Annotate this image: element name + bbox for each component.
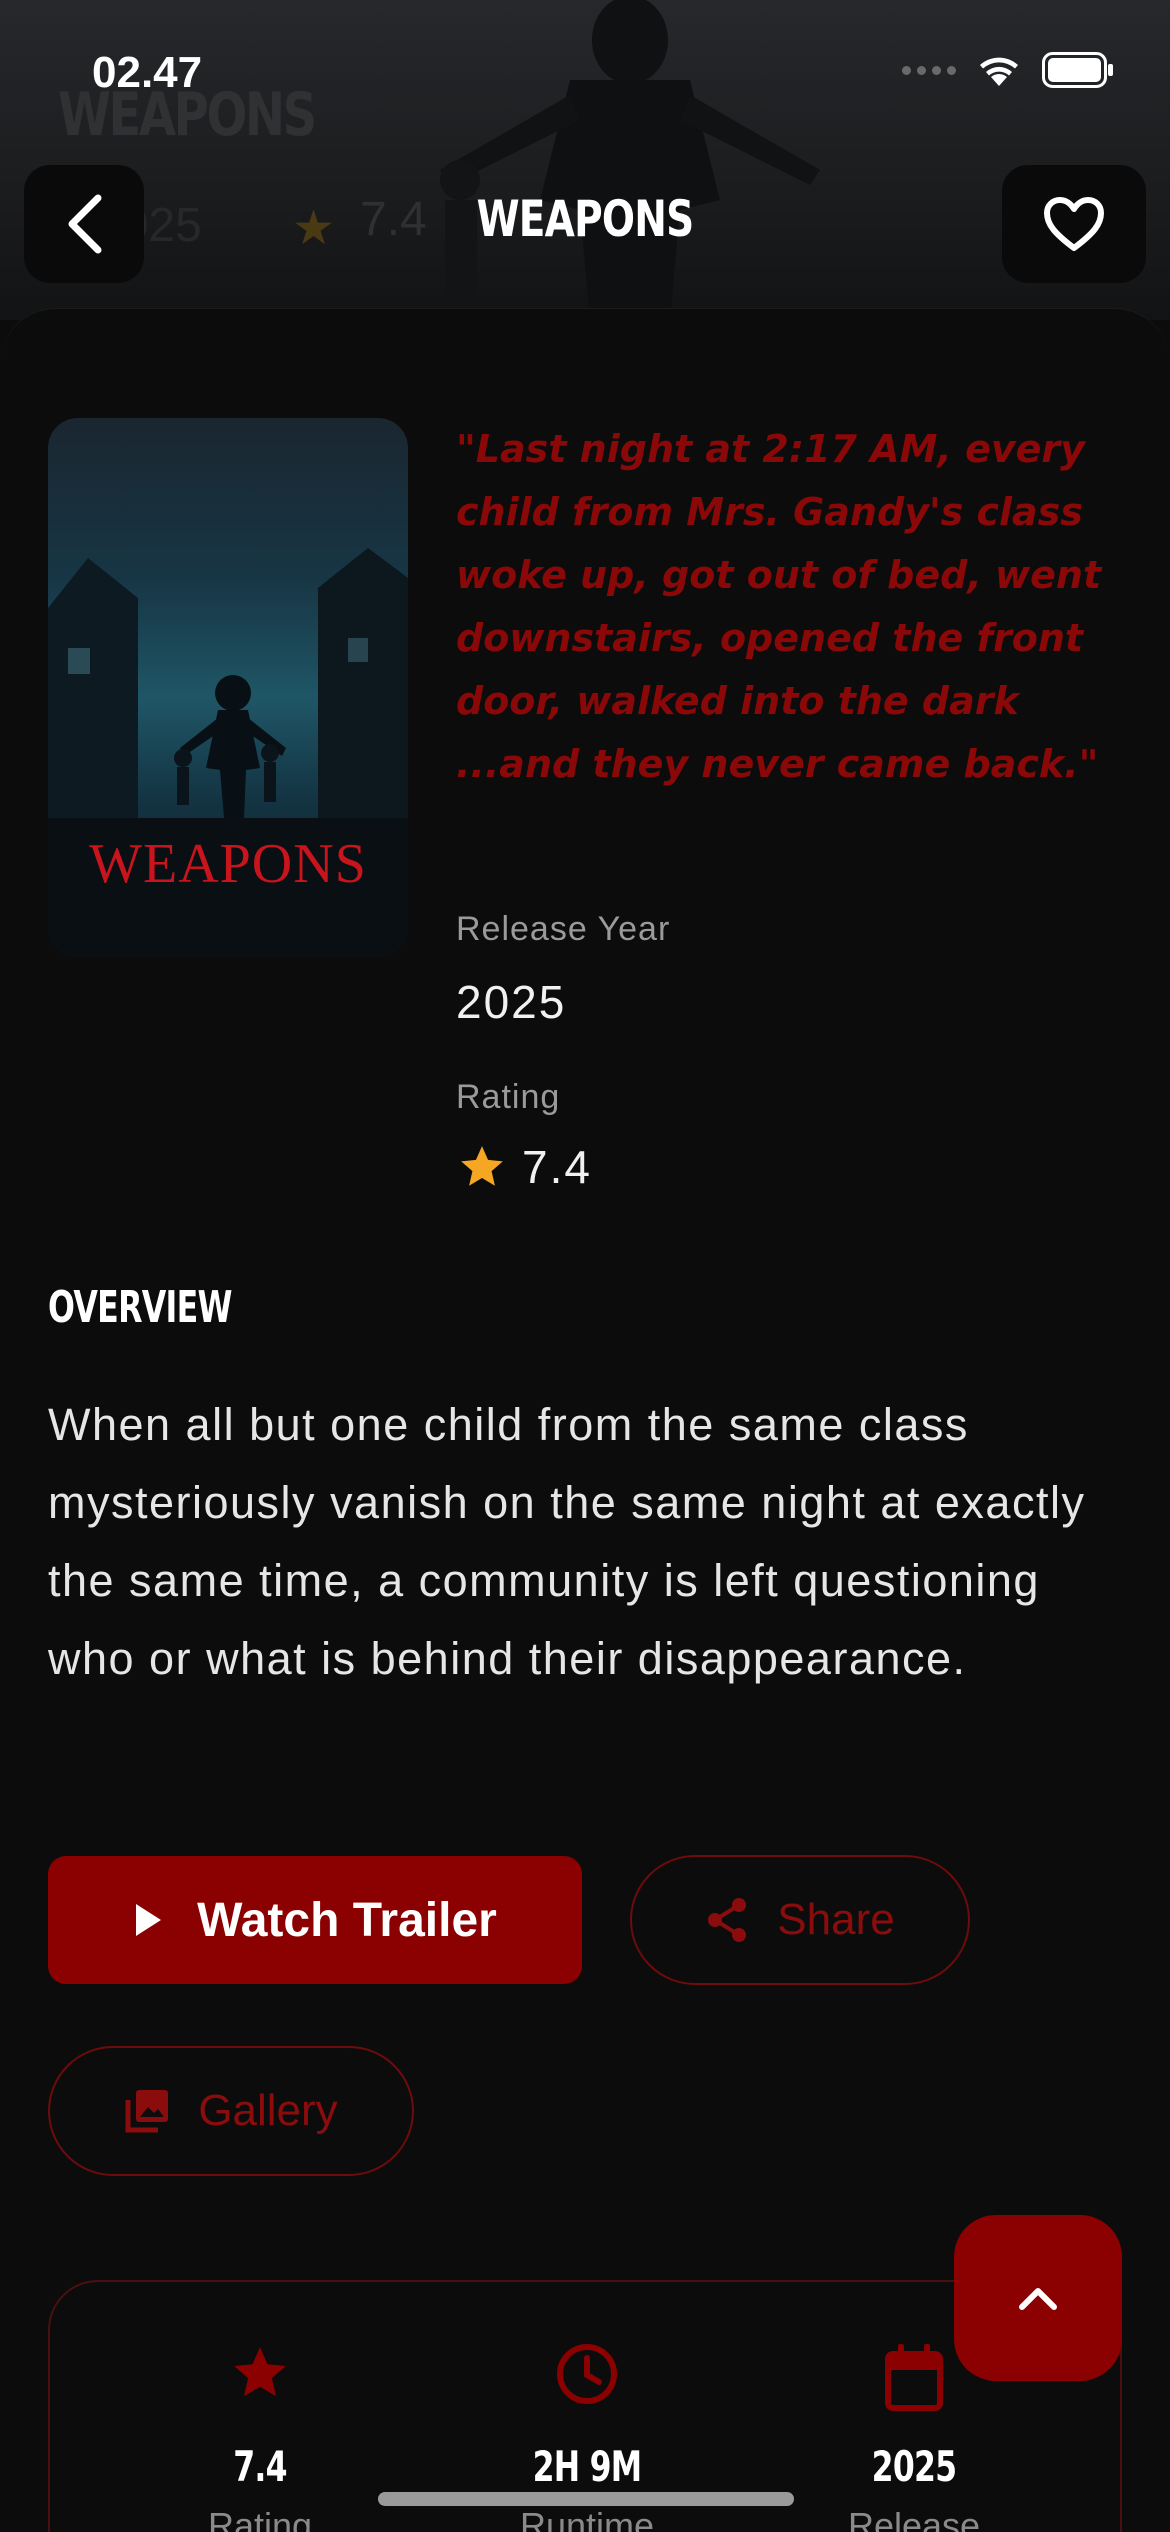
stat-label: Runtime [519, 2505, 655, 2532]
share-label: Share [777, 1895, 895, 1944]
share-icon [708, 1898, 747, 1942]
overview-text: When all but one child from the same cla… [48, 1399, 1086, 1684]
cellular-signal-icon [902, 65, 956, 75]
favorite-button[interactable] [1002, 165, 1146, 283]
rating-label: Rating [456, 1078, 561, 1116]
battery-icon [1042, 52, 1113, 88]
release-year-value: 2025 [456, 976, 567, 1028]
stat-value: 2H 9M [532, 2442, 643, 2491]
play-icon [136, 1904, 162, 1936]
movie-poster: WEAPONS [48, 418, 408, 958]
stat-rating: 7.4 Rating [110, 2342, 410, 2532]
stat-value: 2025 [871, 2442, 957, 2491]
star-icon [234, 2347, 286, 2397]
watch-trailer-label: Watch Trailer [197, 1893, 497, 1947]
gallery-label: Gallery [198, 2086, 338, 2135]
backdrop-silhouette [440, 0, 820, 320]
overview-heading: OVERVIEW [48, 1282, 232, 1333]
watch-trailer-button[interactable]: Watch Trailer [48, 1856, 582, 1984]
calendar-icon [885, 2344, 943, 2411]
movie-tagline: "Last night at 2:17 AM, every child from… [456, 427, 1102, 786]
home-indicator[interactable] [378, 2492, 794, 2506]
stat-label: Release [847, 2505, 981, 2532]
status-icons [902, 52, 1114, 88]
status-time: 02.47 [92, 48, 203, 97]
gallery-button[interactable]: Gallery [48, 2046, 414, 2176]
wifi-icon [980, 57, 1018, 86]
heart-icon [1044, 197, 1104, 251]
share-button[interactable]: Share [630, 1855, 970, 1985]
release-year-label: Release Year [456, 910, 671, 948]
scroll-to-top-button[interactable] [954, 2215, 1122, 2381]
chevron-left-icon [68, 194, 102, 254]
stat-value: 7.4 [233, 2442, 287, 2491]
back-button[interactable] [24, 165, 144, 283]
poster-title: WEAPONS [89, 833, 367, 895]
star-icon [461, 1146, 503, 1186]
page-title: WEAPONS [476, 190, 695, 248]
rating-value: 7.4 [522, 1141, 592, 1193]
chevron-up-icon [1019, 2288, 1057, 2310]
stat-label: Rating [207, 2505, 313, 2532]
clock-icon [557, 2344, 617, 2404]
gallery-icon [125, 2090, 169, 2133]
rating-row: 7.4 [456, 1140, 592, 1194]
